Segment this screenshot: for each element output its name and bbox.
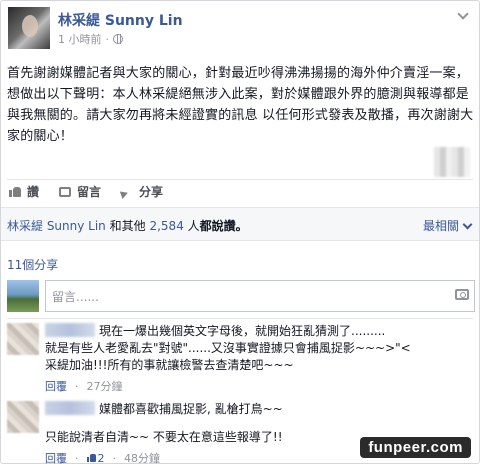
likes-text: 林采緹 Sunny Lin 和其他 2,584 人都說讚。 bbox=[7, 217, 248, 234]
like-button[interactable]: 讚 bbox=[9, 183, 39, 200]
commenter-avatar[interactable] bbox=[7, 401, 39, 433]
facebook-post: 林采緹 Sunny Lin 1 小時前 · 首先謝謝媒體記者與大家的關心，針對最… bbox=[0, 0, 480, 464]
watermark: funpeer.com bbox=[360, 437, 471, 458]
comment-line: 就是有些人老愛亂去"對號"......又沒事實證據只會捕風捉影~~~>"< bbox=[45, 341, 411, 355]
comment-item: 現在一爆出幾個英文字母後，就開始狂亂猜測了......... 就是有些人老愛亂去… bbox=[7, 323, 475, 397]
comment-meta: 回覆 · 27分鐘 bbox=[45, 378, 123, 394]
comment-meta: 回覆 · 2 · 48分鐘 bbox=[45, 450, 160, 464]
action-bar: 讚 留言 分享 bbox=[9, 183, 163, 200]
comment-likes[interactable]: 2 bbox=[86, 451, 105, 464]
my-avatar bbox=[7, 280, 39, 312]
avatar-face bbox=[22, 15, 38, 37]
comment-composer: 留言...... bbox=[7, 280, 475, 312]
comment-icon bbox=[59, 186, 72, 197]
likes-summary: 林采緹 Sunny Lin 和其他 2,584 人都說讚。 最相關 bbox=[1, 207, 479, 241]
meta-dot: · bbox=[105, 32, 110, 46]
like-label: 讚 bbox=[27, 185, 40, 199]
comment-likes-count: 2 bbox=[97, 451, 105, 464]
like-icon bbox=[9, 186, 21, 197]
likes-end: 都說讚。 bbox=[199, 219, 248, 233]
reply-link[interactable]: 回覆 bbox=[45, 450, 67, 464]
chevron-down-icon[interactable] bbox=[457, 9, 469, 21]
sort-label: 最相關 bbox=[422, 219, 459, 233]
comment-line: 媒體都喜歡捕風捉影, 亂槍打鳥~~ bbox=[99, 402, 283, 416]
post-text: 首先謝謝媒體記者與大家的關心，針對最近吵得沸沸揚揚的海外仲介賣淫一案，想做出以下… bbox=[7, 66, 474, 144]
shares-link[interactable]: 11個分享 bbox=[7, 256, 58, 273]
comment-time[interactable]: 48分鐘 bbox=[124, 450, 160, 464]
comment-label: 留言 bbox=[77, 185, 102, 199]
comment-line: 采緹加油!!!所有的事就讓檢警去查清楚吧~~~ bbox=[45, 358, 294, 372]
globe-icon[interactable] bbox=[113, 34, 123, 44]
share-icon bbox=[121, 187, 133, 197]
likes-count[interactable]: 2,584 bbox=[149, 219, 183, 233]
divider bbox=[7, 318, 473, 319]
post-time[interactable]: 1 小時前 bbox=[58, 31, 102, 47]
meta-dot: · bbox=[112, 451, 117, 464]
meta-dot: · bbox=[75, 379, 79, 393]
sort-dropdown[interactable]: 最相關 bbox=[423, 217, 471, 234]
post-meta: 1 小時前 · bbox=[58, 31, 123, 47]
share-label: 分享 bbox=[139, 185, 164, 199]
like-icon bbox=[86, 454, 96, 462]
chevron-down-icon bbox=[463, 222, 471, 230]
comment-line: 現在一爆出幾個英文字母後，就開始狂亂猜測了......... bbox=[99, 324, 386, 338]
blurred-thumbnail bbox=[434, 147, 470, 177]
comment-input[interactable]: 留言...... bbox=[45, 280, 475, 312]
likes-suffix: 人 bbox=[187, 219, 200, 233]
divider bbox=[7, 179, 473, 180]
camera-icon[interactable] bbox=[455, 289, 469, 300]
author-name[interactable]: 林采緹 Sunny Lin bbox=[58, 10, 183, 30]
meta-dot: · bbox=[75, 451, 79, 464]
comment-button[interactable]: 留言 bbox=[59, 183, 101, 200]
author-avatar[interactable] bbox=[8, 7, 50, 49]
liker-name[interactable]: 林采緹 Sunny Lin bbox=[7, 219, 106, 233]
share-button[interactable]: 分享 bbox=[121, 183, 163, 200]
comment-time[interactable]: 27分鐘 bbox=[87, 378, 123, 394]
reply-link[interactable]: 回覆 bbox=[45, 378, 67, 394]
likes-middle: 和其他 bbox=[109, 219, 146, 233]
commenter-avatar[interactable] bbox=[7, 323, 39, 355]
